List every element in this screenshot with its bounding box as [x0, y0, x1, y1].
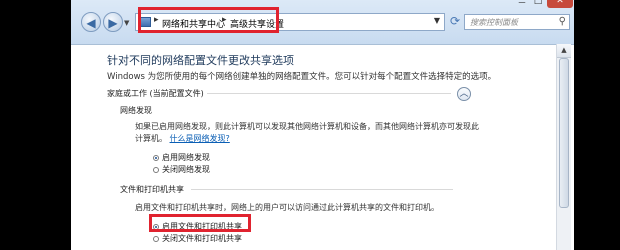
forward-button[interactable]: ▶: [103, 12, 123, 32]
section-divider: [207, 93, 451, 94]
file-printer-sharing-heading: 文件和打印机共享: [120, 185, 184, 194]
page-description: Windows 为您所使用的每个网络创建单独的网络配置文件。您可以针对每个配置文…: [107, 72, 497, 82]
address-dropdown-icon[interactable]: ▼: [434, 16, 440, 25]
navigation-bar: ◀ ▶ ▼ ▸ 网络和共享中心 ▸ 高级共享设置 ▼ ⟳ 搜索控制面板 ⚲ － …: [71, 0, 574, 45]
network-discovery-text-prefix: 计算机。: [135, 134, 167, 143]
section-divider: [191, 189, 453, 190]
main-content: 针对不同的网络配置文件更改共享选项 Windows 为您所使用的每个网络创建单独…: [71, 44, 574, 250]
network-discovery-text: 如果已启用网络发现，则此计算机可以发现其他网络计算机和设备，而其他网络计算机亦可…: [135, 122, 479, 131]
scrollbar-thumb[interactable]: [559, 58, 569, 208]
radio-disable-file-printer-sharing[interactable]: 关闭文件和打印机共享: [153, 233, 242, 244]
highlight-box-option: [149, 214, 251, 232]
radio-button[interactable]: [153, 235, 159, 242]
radio-label: 关闭网络发现: [162, 165, 210, 174]
minimize-button[interactable]: －: [515, 0, 529, 9]
scroll-up-arrow-icon[interactable]: ▲: [557, 44, 571, 58]
file-printer-sharing-description: 启用文件和打印机共享时，网络上的用户可以访问通过此计算机共享的文件和打印机。: [135, 203, 439, 212]
back-button[interactable]: ◀: [81, 12, 101, 32]
radio-enable-network-discovery[interactable]: 启用网络发现: [153, 152, 210, 163]
radio-label: 关闭文件和打印机共享: [162, 234, 242, 243]
close-button[interactable]: ✕: [547, 0, 573, 8]
vertical-scrollbar[interactable]: ▲: [556, 44, 571, 250]
what-is-network-discovery-link[interactable]: 什么是网络发现?: [170, 134, 230, 143]
window: ◀ ▶ ▼ ▸ 网络和共享中心 ▸ 高级共享设置 ▼ ⟳ 搜索控制面板 ⚲ － …: [71, 0, 574, 250]
recent-pages-dropdown-icon[interactable]: ▼: [124, 19, 129, 27]
radio-button-selected[interactable]: [153, 154, 159, 161]
refresh-icon[interactable]: ⟳: [448, 14, 462, 28]
search-input[interactable]: 搜索控制面板 ⚲: [464, 14, 570, 30]
radio-disable-network-discovery[interactable]: 关闭网络发现: [153, 164, 210, 175]
network-discovery-text-line2: 计算机。 什么是网络发现?: [135, 133, 479, 145]
radio-label: 启用网络发现: [162, 153, 210, 162]
search-placeholder: 搜索控制面板: [470, 18, 518, 27]
network-discovery-heading: 网络发现: [120, 106, 152, 115]
network-discovery-description: 如果已启用网络发现，则此计算机可以发现其他网络计算机和设备，而其他网络计算机亦可…: [135, 121, 479, 145]
window-controls: － □ ✕: [463, 0, 573, 11]
highlight-box-address: [138, 7, 279, 33]
profile-section-heading: 家庭或工作 (当前配置文件): [107, 89, 204, 98]
search-icon[interactable]: ⚲: [559, 16, 566, 27]
radio-button[interactable]: [153, 166, 159, 173]
collapse-chevron-up-icon[interactable]: ︿: [457, 87, 471, 101]
page-title: 针对不同的网络配置文件更改共享选项: [107, 54, 294, 67]
maximize-button[interactable]: □: [531, 0, 545, 8]
